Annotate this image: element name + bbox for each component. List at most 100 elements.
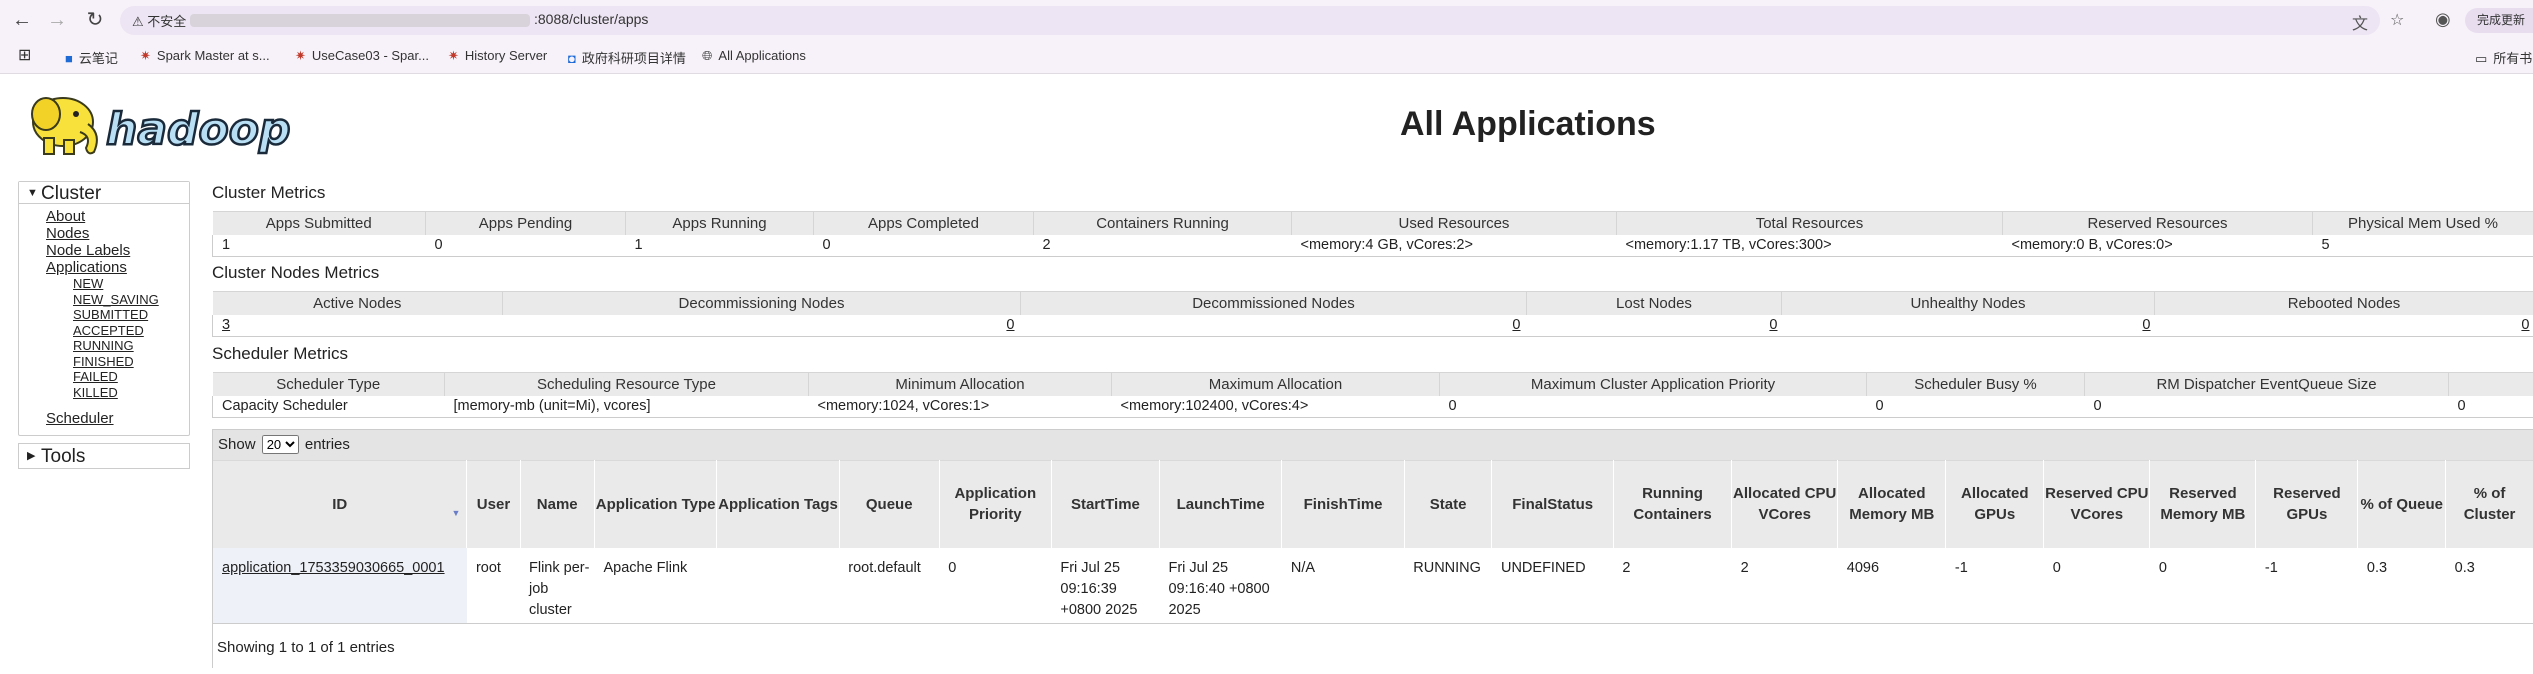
metric-link[interactable]: 0	[503, 315, 1021, 337]
column-header-priority[interactable]: Application Priority	[939, 461, 1051, 548]
tools-menu-header[interactable]: ▶Tools	[18, 443, 190, 469]
bookmark-item[interactable]: 🌐︎All Applications	[702, 48, 806, 64]
metric-link[interactable]: 0	[1021, 315, 1527, 337]
cell-alloc-mem: 4096	[1838, 548, 1946, 624]
state-link-new[interactable]: NEW	[73, 276, 189, 292]
state-link-failed[interactable]: FAILED	[73, 369, 189, 385]
state-link-killed[interactable]: KILLED	[73, 385, 189, 401]
translate-icon[interactable]: 文	[2352, 10, 2368, 34]
column-header-res-mem[interactable]: Reserved Memory MB	[2150, 461, 2256, 548]
cell-finishtime: N/A	[1282, 548, 1404, 624]
metric-header: Rebooted Nodes	[2155, 292, 2533, 315]
node-metrics-title: Cluster Nodes Metrics	[212, 263, 379, 283]
column-header-finalstatus[interactable]: FinalStatus	[1492, 461, 1613, 548]
sidebar-link-nodes[interactable]: Nodes	[46, 225, 189, 242]
cell-queue: root.default	[839, 548, 939, 624]
column-header-type[interactable]: Application Type	[594, 461, 716, 548]
column-header-pct-cluster[interactable]: % of Cluster	[2446, 461, 2533, 548]
metric-value: 0	[2449, 396, 2533, 418]
entries-label: entries	[305, 436, 350, 453]
metric-link[interactable]: 0	[1527, 315, 1782, 337]
insecure-label: 不安全	[147, 14, 186, 29]
cluster-menu-header[interactable]: ▼Cluster	[19, 182, 189, 204]
back-icon[interactable]: ←	[10, 8, 34, 32]
cell-tags	[717, 548, 839, 624]
sidebar-link-applications[interactable]: Applications	[46, 259, 189, 276]
bookmark-item[interactable]: ■云笔记	[65, 48, 118, 67]
reload-icon[interactable]: ↻	[83, 8, 107, 32]
bookmark-item[interactable]: ✷History Server	[448, 48, 547, 64]
cell-starttime: Fri Jul 25 09:16:39 +0800 2025	[1051, 548, 1159, 624]
column-header-pct-queue[interactable]: % of Queue	[2358, 461, 2446, 548]
bookmark-item[interactable]: ✷UseCase03 - Spar...	[295, 48, 429, 64]
redacted-host	[190, 14, 530, 27]
app-id-link[interactable]: application_1753359030665_0001	[213, 548, 467, 624]
hadoop-logo: hadoop	[18, 86, 318, 162]
state-link-accepted[interactable]: ACCEPTED	[73, 323, 189, 339]
cell-pct-cluster: 0.3	[2446, 548, 2533, 624]
metric-link[interactable]: 30	[213, 315, 503, 337]
metric-value: <memory:0 B, vCores:0>	[2003, 235, 2313, 257]
metric-header: Apps Submitted	[213, 212, 426, 235]
table-row: application_1753359030665_0001 root Flin…	[213, 548, 2533, 624]
triangle-right-icon: ▶	[27, 444, 41, 468]
sidebar-link-scheduler[interactable]: Scheduler	[46, 410, 189, 427]
sidebar: ▼Cluster About Nodes Node Labels Applica…	[18, 181, 190, 469]
metric-header: Reserved Resources	[2003, 212, 2313, 235]
bookmark-star-icon[interactable]: ☆	[2390, 10, 2404, 30]
metric-header: Active Nodes	[213, 292, 503, 315]
cell-finalstatus: UNDEFINED	[1492, 548, 1613, 624]
metric-header: Lost Nodes	[1527, 292, 1782, 315]
metric-header: Maximum Cluster Application Priority	[1440, 373, 1867, 396]
column-header-starttime[interactable]: StartTime	[1051, 461, 1159, 548]
cell-res-mem: 0	[2150, 548, 2256, 624]
column-header-tags[interactable]: Application Tags	[717, 461, 839, 548]
column-header-alloc-gpus[interactable]: Allocated GPUs	[1946, 461, 2044, 548]
show-label: Show	[218, 436, 256, 453]
page-title: All Applications	[1400, 105, 1656, 144]
column-header-res-vcores[interactable]: Reserved CPU VCores	[2044, 461, 2150, 548]
forward-icon[interactable]: →	[45, 8, 69, 32]
metric-value: 0	[2085, 396, 2449, 418]
sidebar-link-about[interactable]: About	[46, 208, 189, 225]
all-bookmarks[interactable]: ▭所有书	[2475, 48, 2532, 67]
metric-link[interactable]: 0	[2155, 315, 2533, 337]
column-header-alloc-mem[interactable]: Allocated Memory MB	[1838, 461, 1946, 548]
metric-value: Capacity Scheduler	[213, 396, 445, 418]
profile-icon[interactable]: ◉	[2435, 9, 2451, 30]
column-header-finishtime[interactable]: FinishTime	[1282, 461, 1404, 548]
metric-link[interactable]: 0	[1782, 315, 2155, 337]
bookmark-item[interactable]: ◘政府科研项目详情	[568, 48, 686, 67]
metric-header: Apps Running	[626, 212, 814, 235]
column-header-queue[interactable]: Queue	[839, 461, 939, 548]
column-header-state[interactable]: State	[1404, 461, 1492, 548]
column-header-id[interactable]: ID▼	[213, 461, 467, 548]
column-header-user[interactable]: User	[467, 461, 520, 548]
insecure-indicator[interactable]: ⚠ 不安全	[132, 11, 186, 30]
applications-panel: Show 20 entries ID▼ User Name Applicatio…	[212, 429, 2533, 668]
cell-pct-queue: 0.3	[2358, 548, 2446, 624]
update-button[interactable]: 完成更新	[2465, 8, 2533, 33]
metric-value: <memory:102400, vCores:4>	[1112, 396, 1440, 418]
bookmark-item[interactable]: ✷Spark Master at s...	[140, 48, 270, 64]
metric-value: 0	[1867, 396, 2085, 418]
state-link-finished[interactable]: FINISHED	[73, 354, 189, 370]
column-header-alloc-vcores[interactable]: Allocated CPU VCores	[1732, 461, 1838, 548]
column-header-res-gpus[interactable]: Reserved GPUs	[2256, 461, 2358, 548]
page-size-select[interactable]: 20	[262, 435, 299, 454]
note-icon: ■	[65, 51, 73, 66]
sidebar-link-node-labels[interactable]: Node Labels	[46, 242, 189, 259]
column-header-running-containers[interactable]: Running Containers	[1613, 461, 1731, 548]
metric-header: Scheduler Type	[213, 373, 445, 396]
column-header-name[interactable]: Name	[520, 461, 594, 548]
state-link-running[interactable]: RUNNING	[73, 338, 189, 354]
state-link-submitted[interactable]: SUBMITTED	[73, 307, 189, 323]
spark-icon: ✷	[140, 48, 151, 64]
metric-value: 0	[814, 235, 1034, 257]
column-header-launchtime[interactable]: LaunchTime	[1159, 461, 1281, 548]
address-bar[interactable]: ⚠ 不安全 :8088/cluster/apps 文 ☆	[120, 6, 2380, 35]
metric-value: 2	[1034, 235, 1292, 257]
state-link-new-saving[interactable]: NEW_SAVING	[73, 292, 189, 308]
apps-grid-icon[interactable]: ⊞	[18, 45, 31, 65]
metric-value: 0	[426, 235, 626, 257]
